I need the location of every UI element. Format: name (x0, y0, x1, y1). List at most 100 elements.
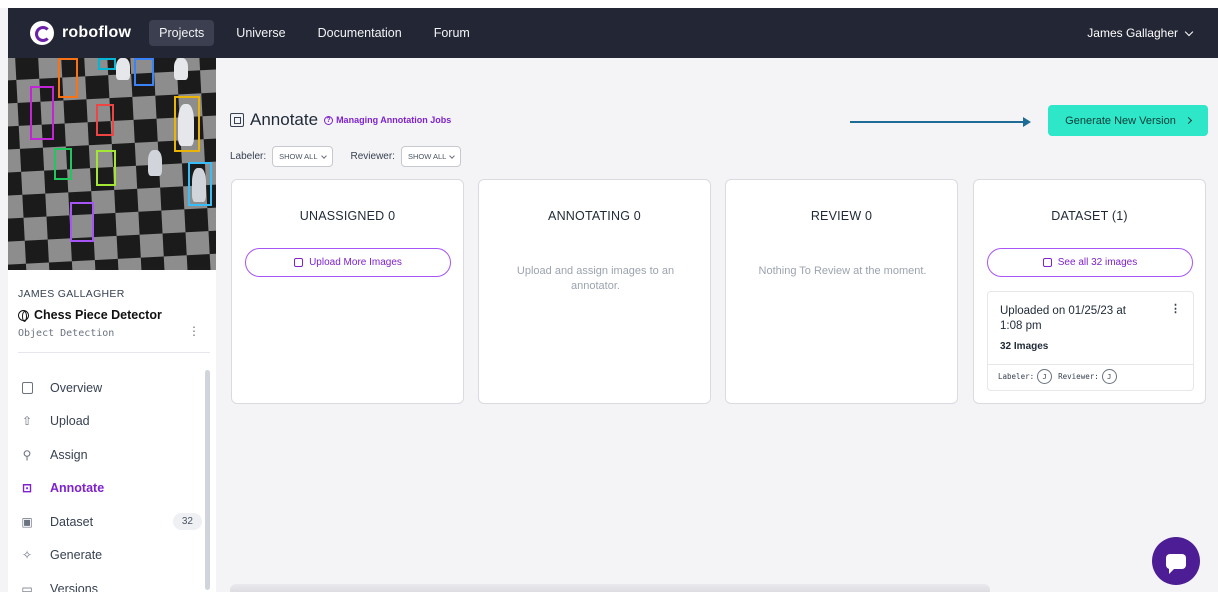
generate-icon: ✧ (21, 548, 33, 563)
project-owner: JAMES GALLAGHER (18, 288, 125, 300)
user-name: James Gallagher (1087, 26, 1178, 40)
labeler-label: Labeler: (998, 372, 1035, 381)
sidebar-divider (18, 352, 210, 353)
globe-icon (18, 309, 29, 322)
nav-universe[interactable]: Universe (226, 20, 295, 46)
chevron-down-icon (320, 152, 327, 159)
roboflow-logo-icon (30, 21, 54, 45)
project-type: Object Detection (18, 328, 115, 339)
reviewer-label: Reviewer: (350, 151, 395, 162)
nav-projects[interactable]: Projects (149, 20, 215, 46)
chess-piece (116, 58, 130, 80)
sidebar: JAMES GALLAGHER Chess Piece Detector Obj… (8, 58, 216, 592)
bounding-box (98, 58, 116, 70)
bounding-box (54, 148, 72, 180)
nav-forum[interactable]: Forum (424, 20, 480, 46)
generate-new-version-button[interactable]: Generate New Version (1048, 105, 1208, 136)
bounding-box (96, 104, 114, 136)
reviewer-label: Reviewer: (1058, 372, 1099, 381)
reviewer-avatar[interactable]: J (1101, 369, 1117, 384)
document-icon (20, 381, 34, 395)
project-name: Chess Piece Detector (34, 308, 162, 322)
generate-button-label: Generate New Version (1065, 114, 1176, 127)
project-menu-kebab-icon[interactable]: ⋮ (188, 324, 200, 338)
images-icon: ▣ (21, 514, 33, 529)
dataset-count-badge: 32 (172, 513, 202, 531)
dataset-column: DATASET (1) See all 32 images Uploaded o… (973, 179, 1206, 404)
column-empty-message: Upload and assign images to an annotator… (516, 265, 675, 292)
user-menu[interactable]: James Gallagher (1087, 26, 1194, 40)
dataset-batch-card[interactable]: Uploaded on 01/25/23 at 1:08 pm ⋮ 32 Ima… (987, 291, 1194, 391)
sidebar-item-dataset[interactable]: ▣ Dataset 32 (8, 505, 208, 539)
sidebar-item-label: Assign (50, 447, 88, 462)
bounding-box (70, 202, 94, 242)
sidebar-item-overview[interactable]: Overview (8, 371, 208, 405)
annotate-icon (230, 113, 244, 127)
top-strip (0, 0, 1218, 8)
chess-piece (148, 150, 162, 176)
batch-upload-date: Uploaded on 01/25/23 at 1:08 pm (1000, 305, 1126, 332)
filter-bar: Labeler: SHOW ALL Reviewer: SHOW ALL (230, 146, 479, 167)
chevron-down-icon (1184, 27, 1194, 36)
top-navbar: roboflow Projects Universe Documentation… (8, 8, 1218, 58)
labeler-label: Labeler: (230, 151, 267, 162)
sidebar-nav: Overview ⇧ Upload ⚲ Assign ⊡ Annotate ▣ … (8, 371, 208, 592)
bottom-panel-edge (230, 584, 990, 592)
page-title: Annotate (250, 110, 319, 129)
column-title: REVIEW 0 (810, 209, 873, 223)
sidebar-item-upload[interactable]: ⇧ Upload (8, 405, 208, 439)
roboflow-logo[interactable]: roboflow (30, 21, 131, 45)
page-header: Annotate ? Managing Annotation Jobs (230, 110, 451, 130)
search-icon: ⚲ (22, 447, 32, 462)
sidebar-item-label: Dataset (50, 514, 94, 529)
sidebar-item-label: Overview (50, 380, 103, 395)
column-title: UNASSIGNED 0 (299, 209, 396, 223)
chat-support-button[interactable] (1152, 537, 1200, 585)
batch-assignees: Labeler: J Reviewer: J (998, 369, 1123, 384)
bounding-box (134, 58, 154, 86)
chess-piece (174, 58, 188, 80)
labeler-select[interactable]: SHOW ALL (272, 146, 333, 167)
sidebar-item-versions[interactable]: ▭ Versions (8, 572, 208, 592)
column-title: ANNOTATING 0 (548, 209, 641, 223)
annotate-icon: ⊡ (21, 481, 33, 496)
card-divider (988, 364, 1193, 365)
batch-menu-kebab-icon[interactable]: ⋮ (1170, 302, 1181, 315)
sidebar-item-label: Generate (50, 548, 103, 563)
sidebar-item-label: Annotate (50, 481, 105, 496)
reviewer-select[interactable]: SHOW ALL (400, 146, 462, 167)
sidebar-item-generate[interactable]: ✧ Generate (8, 539, 208, 573)
sidebar-scrollbar[interactable] (205, 370, 210, 590)
upload-more-images-button[interactable]: Upload More Images (245, 248, 451, 277)
sidebar-item-annotate[interactable]: ⊡ Annotate (8, 472, 208, 506)
column-empty-message: Nothing To Review at the moment. (758, 265, 927, 277)
chess-piece (178, 104, 194, 146)
chevron-right-icon (1184, 116, 1192, 125)
upload-icon: ⇧ (21, 414, 33, 429)
callout-arrow (850, 117, 1031, 127)
batch-image-count: 32 Images (1000, 341, 1049, 352)
unassigned-column: UNASSIGNED 0 Upload More Images (231, 179, 464, 404)
see-all-images-button[interactable]: See all 32 images (987, 248, 1193, 277)
nav-documentation[interactable]: Documentation (308, 20, 412, 46)
chess-piece (192, 168, 206, 202)
labeler-avatar[interactable]: J (1037, 369, 1053, 384)
upload-button-label: Upload More Images (309, 257, 402, 268)
project-title-row: Chess Piece Detector (18, 308, 216, 322)
reviewer-select-value: SHOW ALL (407, 152, 447, 161)
help-icon: ? (324, 115, 334, 125)
help-link-text: Managing Annotation Jobs (336, 115, 452, 125)
bounding-box (58, 58, 78, 98)
images-icon (1042, 258, 1052, 267)
sidebar-item-label: Upload (50, 414, 90, 429)
help-link[interactable]: ? Managing Annotation Jobs (324, 115, 451, 125)
labeler-select-value: SHOW ALL (279, 152, 318, 161)
bounding-box (30, 86, 54, 140)
review-column: REVIEW 0 Nothing To Review at the moment… (725, 179, 958, 404)
see-all-button-label: See all 32 images (1057, 257, 1138, 268)
project-thumbnail[interactable] (8, 58, 216, 270)
sidebar-item-assign[interactable]: ⚲ Assign (8, 438, 208, 472)
logo-text: roboflow (62, 24, 132, 41)
nav-items: Projects Universe Documentation Forum (149, 20, 492, 46)
column-title: DATASET (1) (1051, 209, 1128, 223)
